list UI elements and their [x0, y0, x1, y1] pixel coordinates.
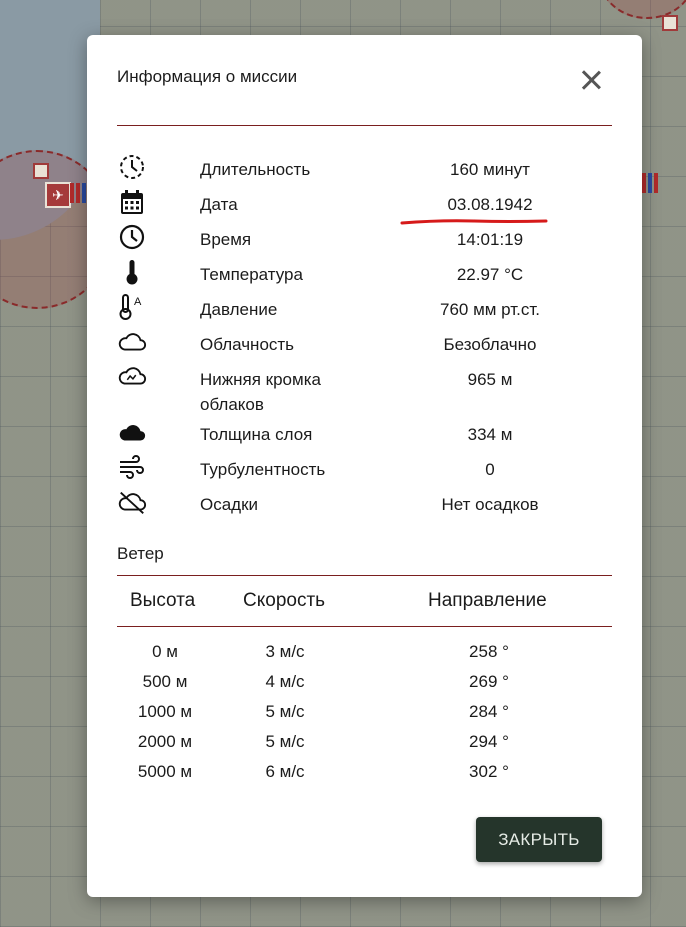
wind-speed: 6 м/с — [265, 762, 305, 781]
map-marker[interactable] — [33, 163, 49, 179]
cloud-outline-icon — [117, 328, 147, 356]
close-button[interactable]: ЗАКРЫТЬ — [476, 817, 602, 862]
wind-altitude: 5000 м — [137, 762, 193, 781]
info-row-turbulence: Турбулентность 0 — [117, 453, 612, 488]
wind-header-altitude: Высота — [130, 590, 196, 611]
info-row-cloudiness: Облачность Безоблачно — [117, 328, 612, 363]
wind-direction: 294 ° — [469, 732, 509, 751]
info-label: Дата — [200, 195, 238, 214]
wind-table-body: 0 м 3 м/с 258 ° 500 м 4 м/с 269 ° 1000 м… — [117, 642, 612, 792]
info-value: 160 минут — [450, 160, 530, 179]
table-row: 1000 м 5 м/с 284 ° — [117, 702, 612, 732]
info-label: Облачность — [200, 335, 295, 354]
wind-altitude: 500 м — [142, 672, 188, 691]
info-value: Нет осадков — [441, 495, 539, 514]
table-row: 0 м 3 м/с 258 ° — [117, 642, 612, 672]
clock-icon — [117, 223, 147, 251]
wind-direction: 269 ° — [469, 672, 509, 691]
clock-dashed-icon — [117, 153, 147, 181]
map-unit-bars — [642, 173, 658, 193]
mission-info-list: Длительность 160 минут Дата 03.08.1942 В… — [117, 153, 612, 523]
wind-icon — [117, 453, 147, 481]
wind-header-direction: Направление — [428, 590, 547, 611]
wind-divider-bottom — [117, 626, 612, 627]
wind-direction: 302 ° — [469, 762, 509, 781]
wind-header-speed: Скорость — [243, 590, 326, 611]
info-row-duration: Длительность 160 минут — [117, 153, 612, 188]
thermometer-icon — [117, 258, 147, 286]
wind-speed: 5 м/с — [265, 732, 305, 751]
info-label: Нижняя кромка облаков — [200, 370, 321, 414]
no-precipitation-icon — [117, 488, 147, 516]
pressure-icon: A — [117, 293, 147, 321]
info-value: 0 — [485, 460, 495, 479]
wind-direction: 284 ° — [469, 702, 509, 721]
wind-altitude: 1000 м — [137, 702, 193, 721]
calendar-icon — [117, 188, 147, 216]
info-label: Время — [200, 230, 252, 249]
info-value: 14:01:19 — [456, 230, 524, 249]
info-value: 965 м — [467, 370, 513, 389]
table-row: 500 м 4 м/с 269 ° — [117, 672, 612, 702]
map-unit-bars — [70, 183, 86, 203]
wind-altitude: 2000 м — [137, 732, 193, 751]
wind-speed: 4 м/с — [265, 672, 305, 691]
wind-divider-top — [117, 575, 612, 576]
close-icon[interactable] — [578, 67, 604, 93]
table-row: 5000 м 6 м/с 302 ° — [117, 762, 612, 792]
cloud-base-icon — [117, 363, 147, 391]
svg-text:A: A — [134, 296, 142, 308]
info-value: 334 м — [467, 425, 513, 444]
info-row-precipitation: Осадки Нет осадков — [117, 488, 612, 523]
cloud-filled-icon — [117, 418, 147, 446]
info-row-cloud-base: Нижняя кромка облаков 965 м — [117, 363, 612, 418]
title-divider — [117, 125, 612, 126]
wind-direction: 258 ° — [469, 642, 509, 661]
dialog-title: Информация о миссии — [117, 67, 298, 86]
info-value: 03.08.1942 — [447, 195, 533, 214]
info-label: Толщина слоя — [200, 425, 313, 444]
info-row-layer-thickness: Толщина слоя 334 м — [117, 418, 612, 453]
info-label: Длительность — [200, 160, 311, 179]
info-label: Давление — [200, 300, 278, 319]
airfield-marker-icon[interactable]: ✈ — [45, 182, 71, 208]
wind-section-title: Ветер — [117, 544, 164, 563]
info-label: Осадки — [200, 495, 259, 514]
info-value: 760 мм рт.ст. — [439, 300, 541, 319]
mission-info-dialog: Информация о миссии Длительность 160 мин… — [87, 35, 642, 897]
wind-speed: 5 м/с — [265, 702, 305, 721]
info-label: Температура — [200, 265, 303, 284]
wind-speed: 3 м/с — [265, 642, 305, 661]
info-row-temperature: Температура 22.97 °C — [117, 258, 612, 293]
table-row: 2000 м 5 м/с 294 ° — [117, 732, 612, 762]
wind-table-header: Высота Скорость Направление — [117, 590, 612, 615]
info-value: 22.97 °C — [456, 265, 524, 284]
wind-altitude: 0 м — [152, 642, 178, 661]
info-row-date: Дата 03.08.1942 — [117, 188, 612, 225]
info-label: Турбулентность — [200, 460, 326, 479]
info-value: Безоблачно — [443, 335, 537, 354]
info-row-pressure: A Давление 760 мм рт.ст. — [117, 293, 612, 328]
info-row-time: Время 14:01:19 — [117, 223, 612, 258]
map-marker[interactable] — [662, 15, 678, 31]
